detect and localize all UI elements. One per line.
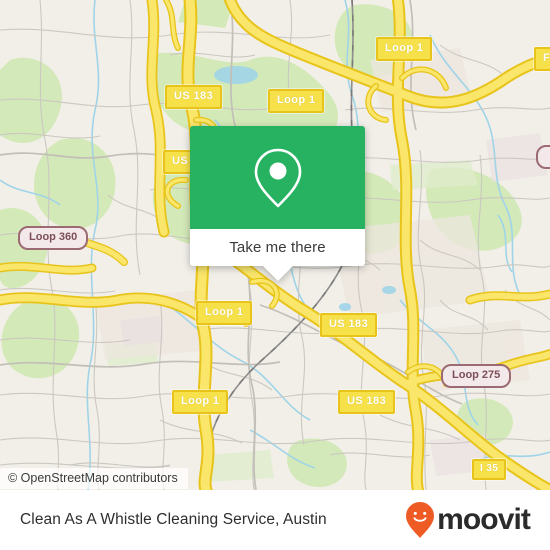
place-title: Clean As A Whistle Cleaning Service, Aus…: [20, 511, 327, 528]
map-pin-icon: [254, 148, 301, 207]
location-callout-card[interactable]: Take me there: [190, 126, 365, 281]
road-shield-us-183-northwest[interactable]: US 183: [165, 85, 223, 109]
road-shield-loop-1-southwest[interactable]: Loop 1: [172, 390, 229, 414]
road-pill-loop-275[interactable]: Loop 275: [441, 364, 512, 388]
road-shield-loop-1-north[interactable]: Loop 1: [376, 37, 433, 61]
moovit-smiley-pin-icon: [406, 502, 435, 538]
road-shield-loop-1-south[interactable]: Loop 1: [196, 301, 253, 325]
road-shield-us-183-southeast[interactable]: US 183: [338, 390, 396, 414]
road-shield-i-35[interactable]: I 35: [472, 459, 507, 480]
map-attribution[interactable]: © OpenStreetMap contributors: [0, 468, 188, 489]
take-me-there-button[interactable]: Take me there: [190, 229, 365, 266]
callout-image-panel: [190, 126, 365, 229]
callout-pointer-tail: [262, 266, 293, 281]
road-shield-us-183-east[interactable]: US 183: [320, 313, 378, 337]
footer-bar: Clean As A Whistle Cleaning Service, Aus…: [0, 490, 550, 550]
moovit-logo[interactable]: moovit: [405, 501, 531, 539]
road-shield-fm-partial[interactable]: FM: [534, 47, 550, 71]
moovit-map-page: Loop 1 US 183 Loop 1 US 183 Loop 360 Loo…: [0, 0, 550, 550]
road-pill-partial-right[interactable]: [536, 145, 550, 169]
moovit-wordmark: moovit: [437, 503, 531, 536]
road-pill-loop-360[interactable]: Loop 360: [18, 226, 89, 250]
road-shield-loop-1-center[interactable]: Loop 1: [268, 89, 325, 113]
map-canvas[interactable]: Loop 1 US 183 Loop 1 US 183 Loop 360 Loo…: [0, 0, 550, 490]
